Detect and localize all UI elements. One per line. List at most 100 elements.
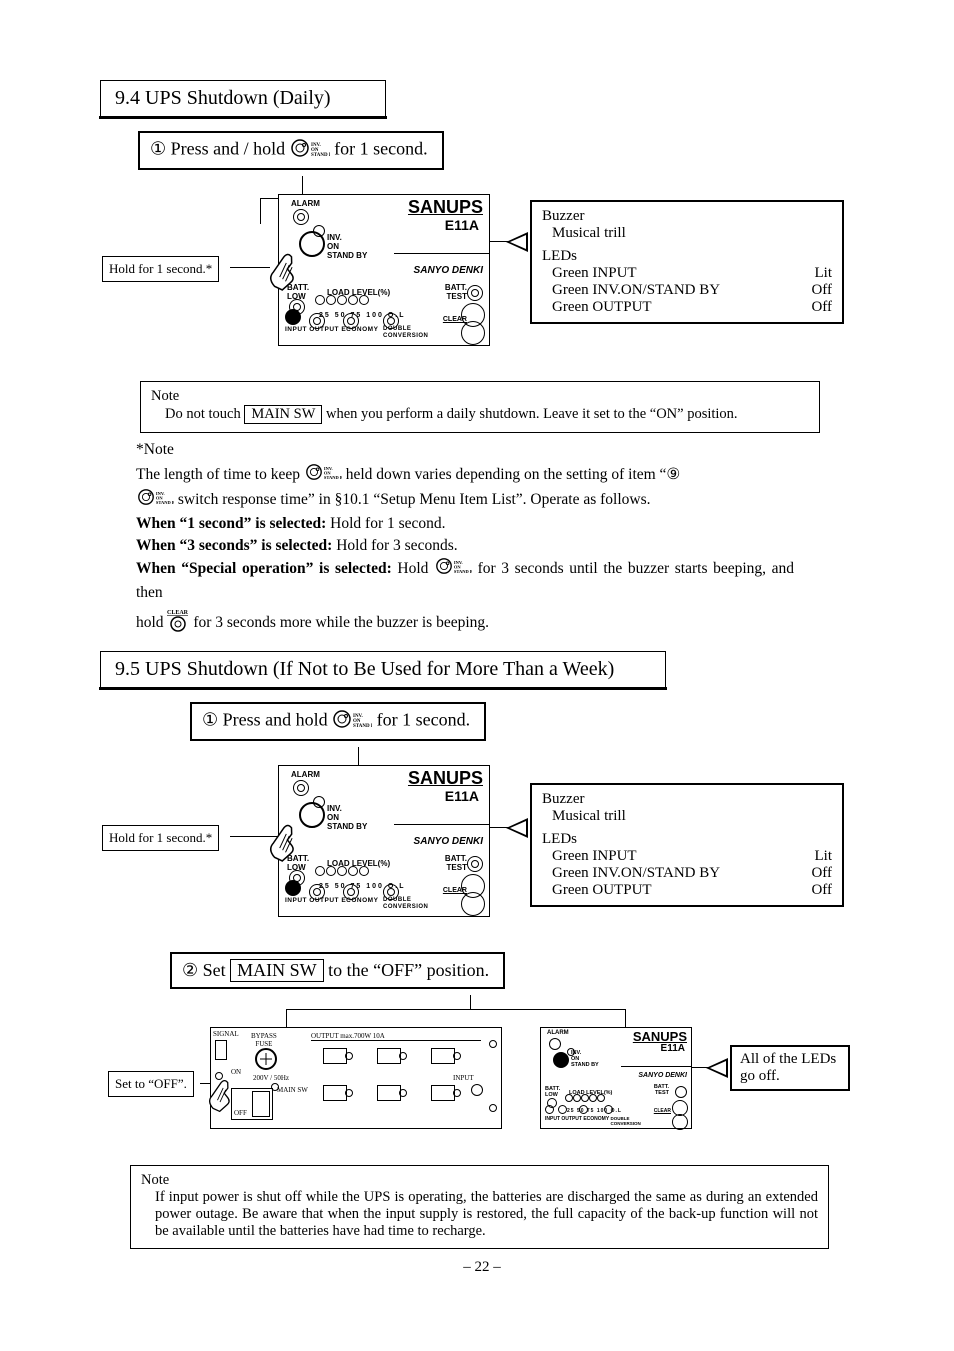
input-switch-icon	[285, 880, 301, 900]
led-out-v: Off	[811, 882, 832, 899]
clear-label: CLEAR	[654, 1108, 671, 1114]
ns-b3m: Hold	[392, 560, 434, 577]
model-label: E11A	[661, 1043, 685, 1054]
diagram-94: Hold for 1 second.* ALARM SANUPS E11A SA…	[100, 176, 864, 371]
denki-label: SANYO DENKI	[414, 836, 483, 847]
clear-label: CLEAR	[443, 887, 467, 894]
inv-label: INV. ON STAND BY	[571, 1050, 599, 1068]
svg-text:STAND BY: STAND BY	[311, 153, 330, 158]
step-95-1-prefix: ① Press and hold	[202, 710, 328, 730]
device-panel-95a: ALARM SANUPS E11A SANYO DENKI INV. ON ST…	[278, 765, 490, 917]
double-led-icon	[383, 313, 399, 329]
buzzer-head: Buzzer	[542, 208, 832, 225]
led-inv-l: Green INV.ON/STAND BY	[552, 282, 720, 299]
section-title-94-text: 9.4 UPS Shutdown (Daily)	[115, 87, 331, 109]
note-box-95: Note If input power is shut off while th…	[130, 1165, 829, 1249]
batt-test-led-icon	[467, 285, 483, 301]
batt-low-label: BATT. LOW	[545, 1086, 560, 1098]
section-title-94: 9.4 UPS Shutdown (Daily)	[100, 80, 386, 117]
bottom-row-labels: INPUT OUTPUT ECONOMY DOUBLE CONVERSION	[285, 326, 428, 340]
diagram-95b: Set to “OFF”. BYPASS FUSE OUTPUT max.700…	[100, 995, 864, 1155]
status-box-95a: Buzzer Musical trill LEDs Green INPUTLit…	[530, 783, 844, 907]
note-94-pre: Do not touch	[165, 406, 241, 422]
all-off-text: All of the LEDs go off.	[740, 1051, 836, 1084]
ns-b1h: When “1 second” is selected:	[136, 515, 326, 532]
led-input-v: Lit	[815, 848, 833, 865]
hold-label-95-text: Hold for 1 second.*	[109, 830, 212, 845]
output-led-icon	[309, 313, 325, 329]
set-off-text: Set to “OFF”.	[115, 1076, 187, 1091]
denki-label: SANYO DENKI	[638, 1072, 687, 1079]
ns-p1-post: held down varies depending on the settin…	[346, 466, 681, 483]
clear-button-icon	[461, 892, 485, 916]
inv-label: INV. ON STAND BY	[327, 233, 367, 260]
inv-switch-icon: INV.ONSTAND BY	[434, 557, 472, 582]
svg-text:STAND BY: STAND BY	[324, 475, 342, 480]
leds-head: LEDs	[542, 248, 832, 265]
model-label: E11A	[445, 788, 479, 804]
note-94-post: when you perform a daily shutdown. Leave…	[326, 406, 738, 422]
arrow-icon	[506, 818, 528, 838]
mainsw-label: MAIN SW	[277, 1086, 308, 1094]
batt-test-led-icon	[675, 1086, 687, 1098]
batt-test-label: BATT. TEST	[445, 283, 467, 301]
ns-p1-pre: The length of time to keep	[136, 466, 300, 483]
ns-b2t: Hold for 3 seconds.	[332, 537, 457, 554]
arrow-icon	[706, 1058, 728, 1078]
svg-text:CLEAR: CLEAR	[167, 610, 189, 616]
load-leds-icon	[315, 292, 370, 309]
note-box-94: Note Do not touch MAIN SW when you perfo…	[140, 381, 820, 433]
clear-button-icon	[461, 321, 485, 345]
clear-button-icon: CLEAR	[167, 608, 189, 639]
screw-icon	[489, 1040, 497, 1048]
status-box-95b: All of the LEDs go off.	[730, 1045, 850, 1091]
economy-led-icon	[343, 313, 359, 329]
step-94-1-prefix: ① Press and / hold	[150, 139, 285, 159]
svg-text:STAND BY: STAND BY	[156, 500, 174, 505]
diagram-95a: Hold for 1 second.* ALARM SANUPS E11A SA…	[100, 747, 864, 942]
ns-p2: switch response time” in §10.1 “Setup Me…	[178, 491, 651, 508]
buzzer-val: Musical trill	[552, 808, 832, 825]
note-95-body: If input power is shut off while the UPS…	[155, 1189, 818, 1240]
output-label: OUTPUT max.700W 10A	[311, 1032, 385, 1040]
step-94-1: ① Press and / hold INV.ONSTAND BY for 1 …	[138, 131, 444, 170]
note-95-head: Note	[141, 1172, 818, 1189]
inv-led-icon	[313, 796, 325, 808]
load-leds-icon	[315, 863, 370, 880]
input-label: INPUT	[453, 1074, 474, 1082]
status-box-94: Buzzer Musical trill LEDs Green INPUTLit…	[530, 200, 844, 324]
batt-test-label: BATT. TEST	[445, 854, 467, 872]
led-out-l: Green OUTPUT	[552, 299, 652, 316]
step-94-1-suffix: for 1 second.	[334, 139, 427, 159]
input-switch-icon	[285, 309, 301, 329]
led-inv-l: Green INV.ON/STAND BY	[552, 865, 720, 882]
output-led-icon	[309, 884, 325, 900]
hold-label-95: Hold for 1 second.*	[102, 825, 219, 851]
note-star-head: *Note	[136, 441, 864, 459]
page-number: – 22 –	[100, 1259, 864, 1276]
screw-icon	[489, 1104, 497, 1112]
led-out-l: Green OUTPUT	[552, 882, 652, 899]
ns-b1t: Hold for 1 second.	[326, 515, 445, 532]
alarm-led-icon	[293, 780, 309, 796]
clear-button-icon	[672, 1114, 688, 1130]
inv-switch-icon: INV.ONSTAND BY	[332, 709, 372, 734]
model-label: E11A	[445, 217, 479, 233]
double-led-icon	[383, 884, 399, 900]
led-inv-v: Off	[811, 865, 832, 882]
main-sw-inline: MAIN SW	[230, 959, 324, 982]
device-panel-94: ALARM SANUPS E11A SANYO DENKI INV. ON ST…	[278, 194, 490, 346]
main-sw-inline: MAIN SW	[244, 405, 322, 424]
device-rear-panel: BYPASS FUSE OUTPUT max.700W 10A 200V / 5…	[210, 1027, 502, 1129]
input-led-icon	[471, 1084, 483, 1096]
screw-icon	[215, 1072, 223, 1080]
dip-label: 200V / 50Hz	[253, 1074, 289, 1082]
device-panel-95b: ALARM SANUPS E11A SANYO DENKI INV. ON ST…	[540, 1027, 692, 1129]
ns-b3h: When “Special operation” is selected:	[136, 560, 392, 577]
svg-text:STAND BY: STAND BY	[353, 724, 372, 729]
step-95-2-prefix: ② Set	[182, 960, 226, 980]
alarm-label: ALARM	[291, 770, 320, 779]
signal-label: SIGNAL	[213, 1030, 239, 1038]
economy-led-icon	[343, 884, 359, 900]
set-off-label: Set to “OFF”.	[108, 1071, 194, 1097]
